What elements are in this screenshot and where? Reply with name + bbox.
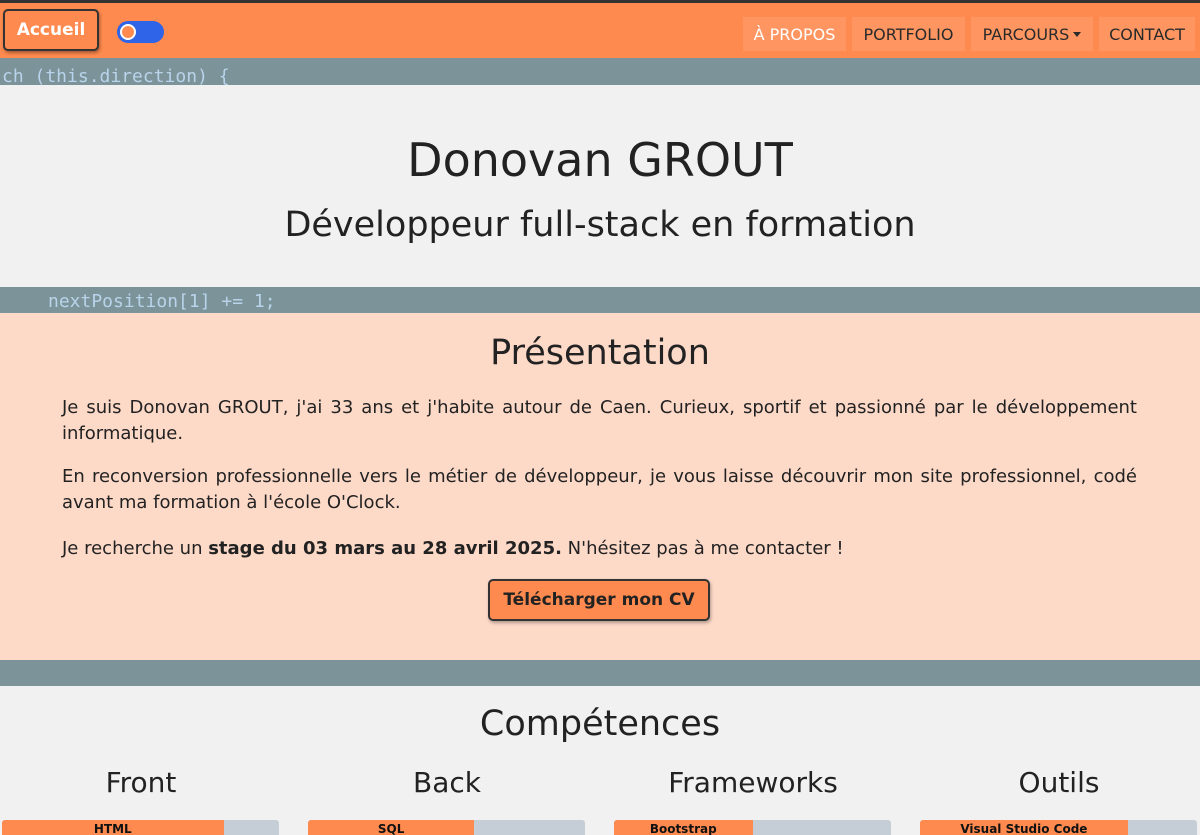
column-title-front: Front — [105, 766, 177, 799]
code-background-strip: ch (this.direction) { — [0, 58, 1200, 85]
nav-item-portfolio[interactable]: PORTFOLIO — [852, 17, 965, 51]
skill-bar: HTML — [2, 820, 279, 835]
download-cv-button[interactable]: Télécharger mon CV — [488, 579, 710, 621]
presentation-paragraph: Je recherche un stage du 03 mars au 28 a… — [62, 536, 1137, 562]
nav-item-contact[interactable]: CONTACT — [1099, 17, 1195, 51]
internship-contact: N'hésitez pas à me contacter ! — [561, 538, 844, 559]
code-line: ch (this.direction) { — [2, 66, 230, 85]
hero-section: Donovan GROUT Développeur full-stack en … — [0, 85, 1200, 287]
navbar: Accueil À PROPOS PORTFOLIO PARCOURS CONT… — [0, 3, 1200, 58]
presentation-paragraph: En reconversion professionnelle vers le … — [62, 466, 1137, 513]
nav-item-parcours-label: PARCOURS — [982, 24, 1070, 44]
hero-subtitle: Développeur full-stack en formation — [284, 205, 916, 245]
nav-item-a-propos[interactable]: À PROPOS — [743, 17, 846, 51]
skill-bar-fill: Bootstrap — [614, 820, 753, 835]
skill-bar: Visual Studio Code — [920, 820, 1197, 835]
column-title-back: Back — [413, 766, 481, 799]
competences-title: Compétences — [479, 704, 721, 744]
presentation-paragraph: Je suis Donovan GROUT, j'ai 33 ans et j'… — [62, 397, 1137, 444]
presentation-title: Présentation — [490, 333, 710, 373]
home-button[interactable]: Accueil — [3, 9, 99, 51]
presentation-section: Présentation Je suis Donovan GROUT, j'ai… — [0, 313, 1200, 660]
theme-toggle[interactable] — [117, 21, 164, 43]
caret-down-icon — [1073, 31, 1082, 37]
column-title-frameworks: Frameworks — [668, 766, 838, 799]
skill-bar-fill: HTML — [2, 820, 224, 835]
hero-name: Donovan GROUT — [407, 133, 793, 187]
skill-bar-fill: SQL — [308, 820, 475, 835]
skill-bar: Bootstrap — [614, 820, 891, 835]
internship-dates: stage du 03 mars au 28 avril 2025. — [208, 538, 562, 559]
nav-item-parcours[interactable]: PARCOURS — [971, 17, 1093, 51]
code-line: nextPosition[1] += 1; — [48, 291, 276, 312]
code-background-strip: nextPosition[1] += 1; — [0, 287, 1200, 313]
toggle-knob — [120, 24, 136, 40]
code-background-strip — [0, 660, 1200, 686]
skill-bar-fill: Visual Studio Code — [920, 820, 1128, 835]
internship-intro: Je recherche un — [62, 538, 209, 559]
column-title-outils: Outils — [1018, 766, 1100, 799]
skill-bar: SQL — [308, 820, 585, 835]
competences-section: Compétences Front Back Frameworks Outils… — [0, 686, 1200, 835]
